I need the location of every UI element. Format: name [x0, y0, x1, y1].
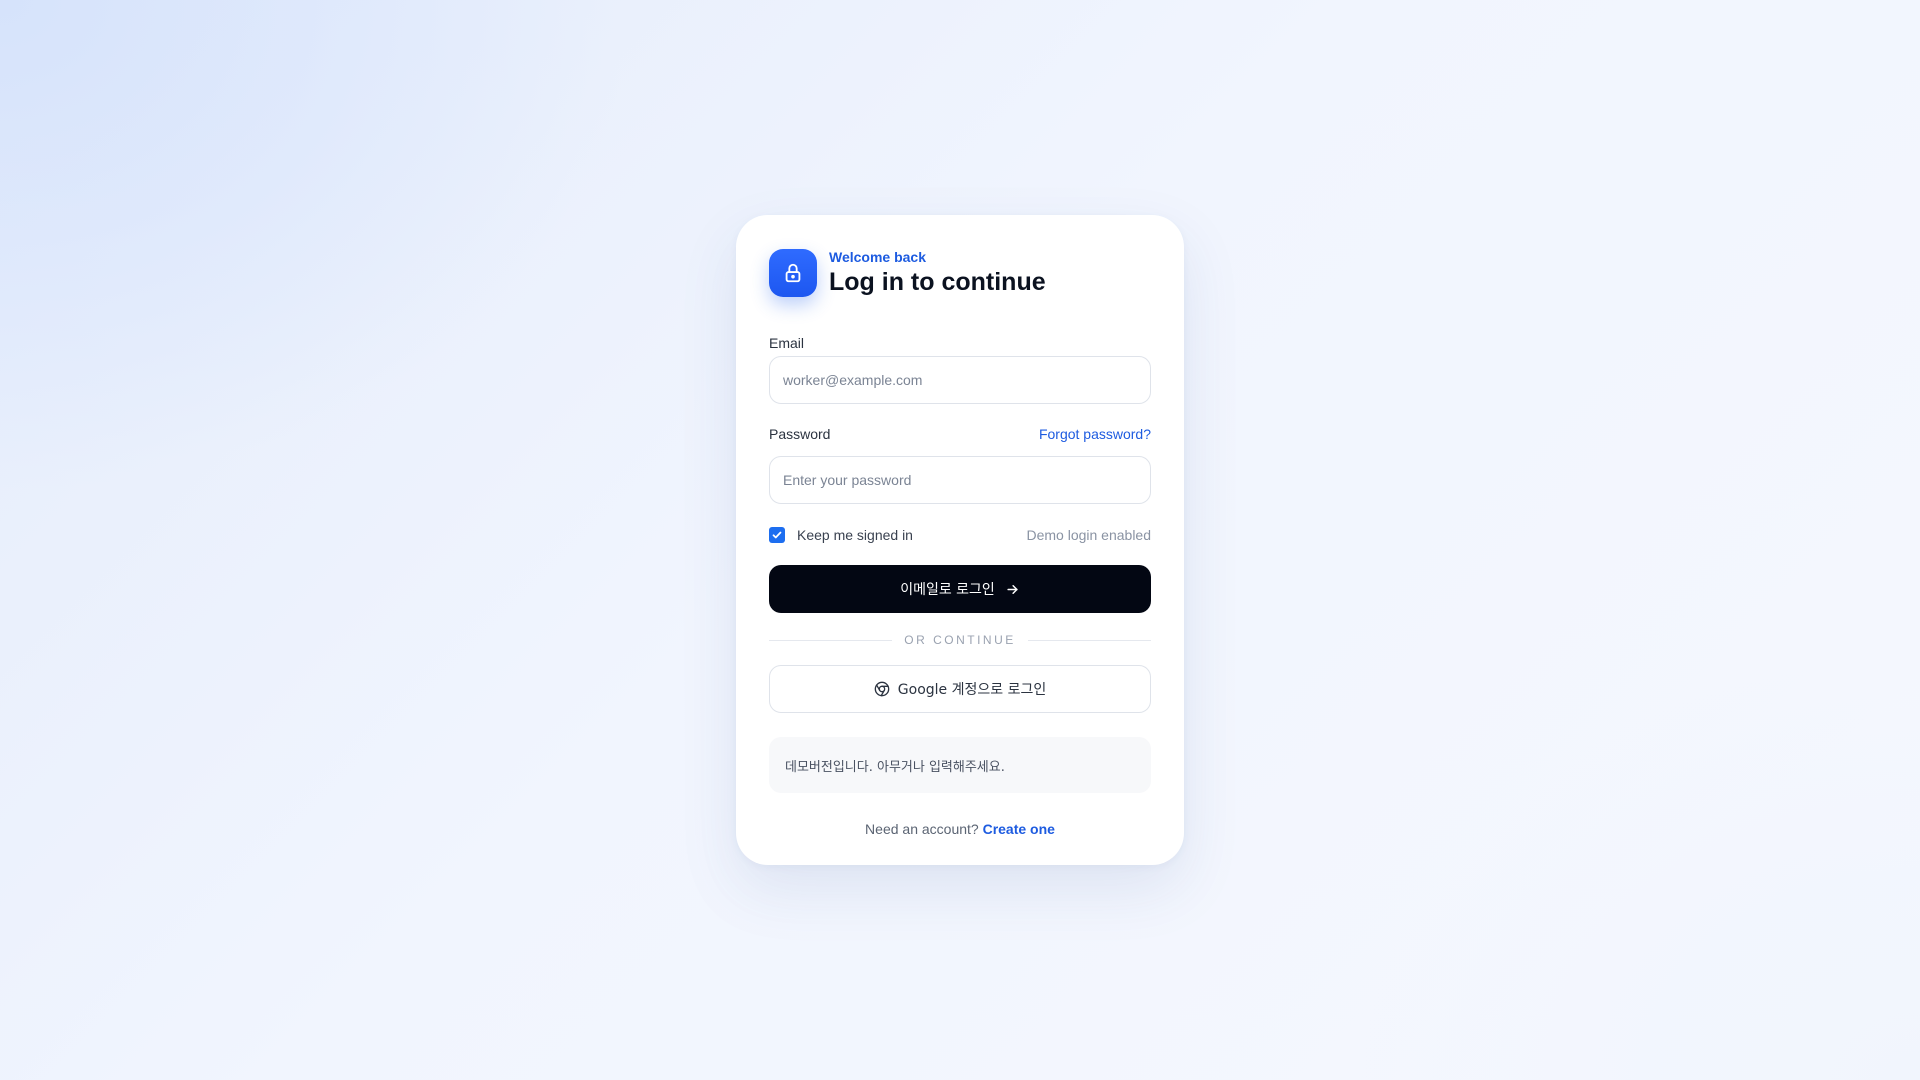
- divider-line-right: [1027, 639, 1151, 641]
- google-login-label: Google 계정으로 로그인: [897, 682, 1047, 698]
- keep-signed-in-control[interactable]: Keep me signed in: [769, 527, 913, 543]
- email-field[interactable]: [769, 356, 1151, 404]
- divider-line-left: [769, 639, 893, 641]
- page-title: Log in to continue: [829, 268, 1046, 296]
- card-header: Welcome back Log in to continue: [769, 249, 1151, 297]
- demo-notice-text: 데모버전입니다. 아무거나 입력해주세요.: [785, 759, 1005, 775]
- welcome-eyebrow: Welcome back: [829, 249, 927, 265]
- divider-text: OR CONTINUE: [904, 633, 1016, 647]
- password-label: Password: [769, 426, 831, 442]
- checkmark-icon: [772, 531, 782, 539]
- forgot-password-link[interactable]: Forgot password?: [1039, 426, 1151, 442]
- keep-signed-in-label: Keep me signed in: [797, 527, 913, 543]
- demo-notice: 데모버전입니다. 아무거나 입력해주세요.: [769, 737, 1151, 793]
- header-text: Welcome back Log in to continue: [829, 249, 1046, 297]
- email-login-label: 이메일로 로그인: [900, 582, 995, 598]
- signup-prompt-text: Need an account?: [865, 821, 983, 837]
- password-field[interactable]: [769, 456, 1151, 504]
- arrow-right-icon: [1005, 582, 1020, 597]
- login-card: Welcome back Log in to continue Email Pa…: [736, 215, 1184, 865]
- options-row: Keep me signed in Demo login enabled: [769, 527, 1151, 543]
- password-label-row: Password Forgot password?: [769, 426, 1151, 442]
- email-label: Email: [769, 335, 805, 351]
- or-continue-divider: OR CONTINUE: [769, 633, 1151, 647]
- signup-prompt: Need an account? Create one: [769, 821, 1151, 837]
- lock-icon: [769, 249, 817, 297]
- chrome-icon: [874, 681, 890, 697]
- email-login-button[interactable]: 이메일로 로그인: [769, 565, 1151, 613]
- demo-login-note: Demo login enabled: [1026, 527, 1151, 543]
- keep-signed-in-checkbox[interactable]: [769, 527, 785, 543]
- create-account-link[interactable]: Create one: [983, 821, 1055, 837]
- google-login-button[interactable]: Google 계정으로 로그인: [769, 665, 1151, 713]
